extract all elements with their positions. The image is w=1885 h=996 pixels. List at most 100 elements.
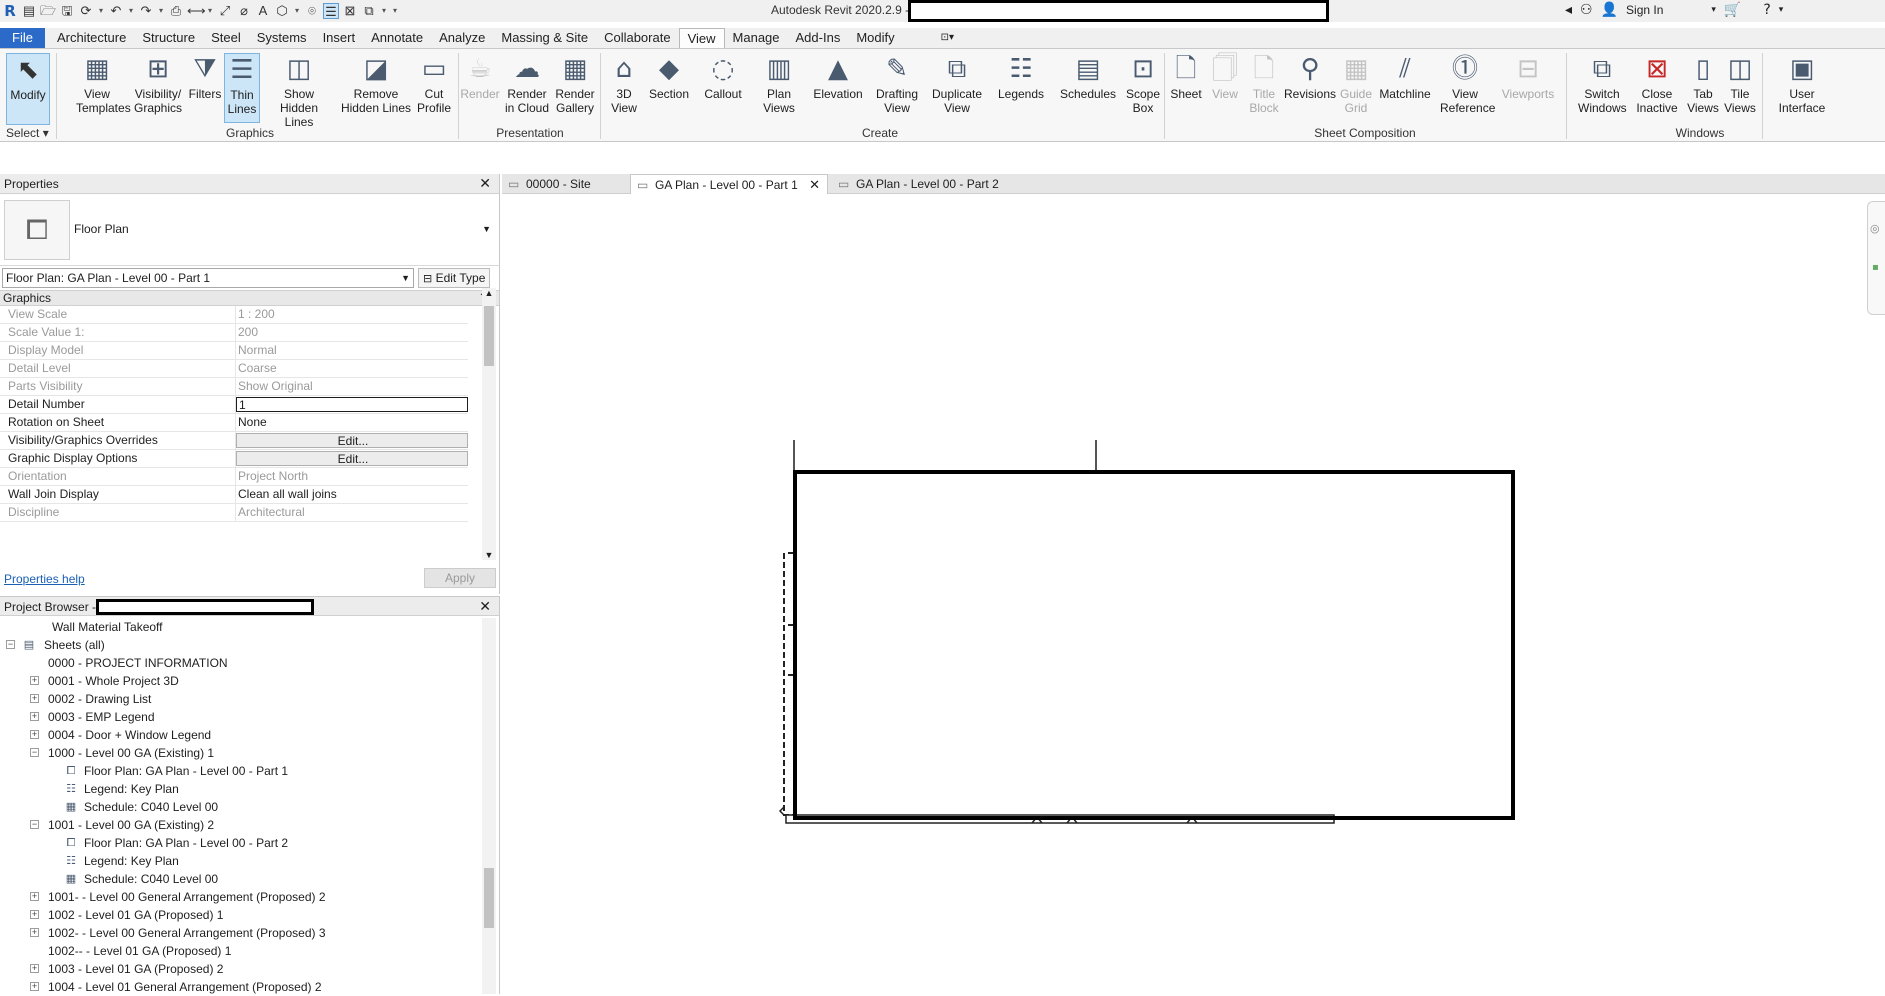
application-menu-icon[interactable]: ▤ [21, 3, 37, 19]
thin-lines-icon[interactable]: ☰ [323, 3, 339, 19]
binoculars-icon[interactable]: ⚇ [1580, 2, 1593, 18]
tab-views-button[interactable]: ▯ Tab Views [1686, 53, 1720, 115]
render-button[interactable]: ☕ Render [460, 53, 500, 101]
steering-wheel-icon[interactable]: ◎ [1870, 222, 1880, 235]
view-button[interactable]: 🗍 View [1208, 53, 1242, 101]
ribbon-minimize-icon[interactable]: ⊡▾ [933, 28, 962, 48]
scroll-thumb[interactable] [484, 868, 494, 928]
tree-item[interactable]: ☷ Legend: Key Plan [0, 852, 480, 870]
section-icon[interactable]: ⌾ [304, 3, 320, 19]
apply-button[interactable]: Apply [424, 568, 496, 588]
save-icon[interactable]: 🖫 [59, 3, 75, 19]
sign-in-link[interactable]: Sign In [1626, 3, 1663, 17]
navigation-bar[interactable]: ◎ ▪ [1867, 201, 1885, 315]
tree-item[interactable]: ☷ Legend: Key Plan [0, 780, 480, 798]
close-hidden-windows-icon[interactable]: ⊠ [342, 3, 358, 19]
sync-icon[interactable]: ⟳ [78, 3, 94, 19]
tab-massing-site[interactable]: Massing & Site [493, 28, 596, 48]
sign-in-dropdown-icon[interactable]: ▾ [1711, 5, 1716, 15]
tile-views-button[interactable]: ◫ Tile Views [1724, 53, 1756, 115]
tab-steel[interactable]: Steel [203, 28, 249, 48]
property-row[interactable]: Rotation on Sheet None [0, 414, 468, 432]
help-dropdown-icon[interactable]: ▾ [1779, 5, 1784, 15]
tab-modify[interactable]: Modify [848, 28, 902, 48]
close-icon[interactable]: ✕ [479, 597, 491, 617]
scroll-down-icon[interactable]: ▼ [482, 550, 496, 560]
tree-item[interactable]: ⧠ Floor Plan: GA Plan - Level 00 - Part 2 [0, 834, 480, 852]
user-icon[interactable]: 👤 [1601, 2, 1618, 18]
scroll-thumb[interactable] [484, 306, 494, 366]
legends-button[interactable]: ☷ Legends [994, 53, 1048, 101]
expand-icon[interactable]: + [30, 712, 39, 721]
sync-dropdown-icon[interactable]: ▾ [97, 3, 105, 19]
tree-item[interactable]: +0003 - EMP Legend [0, 708, 480, 726]
remove-hidden-lines-button[interactable]: ◪ Remove Hidden Lines [340, 53, 412, 115]
tree-item[interactable]: +1001- - Level 00 General Arrangement (P… [0, 888, 480, 906]
tree-item[interactable]: ▦ Schedule: C040 Level 00 [0, 798, 480, 816]
edit-button[interactable]: Edit... [236, 451, 468, 466]
thin-lines-button[interactable]: ☰ Thin Lines [224, 53, 260, 123]
property-input[interactable]: 1 [236, 397, 468, 412]
property-row[interactable]: Wall Join Display Clean all wall joins [0, 486, 468, 504]
tab-insert[interactable]: Insert [315, 28, 364, 48]
tab-collaborate[interactable]: Collaborate [596, 28, 679, 48]
tree-item[interactable]: 1002-- - Level 01 GA (Proposed) 1 [0, 942, 480, 960]
browser-scrollbar[interactable] [482, 618, 496, 994]
user-interface-button[interactable]: ▣ User Interface [1772, 53, 1832, 115]
scope-box-button[interactable]: ⊡ Scope Box [1124, 53, 1162, 115]
cart-icon[interactable]: 🛒 [1724, 2, 1741, 18]
tab-file[interactable]: File [0, 28, 45, 48]
collapse-icon[interactable]: − [30, 820, 39, 829]
close-icon[interactable]: ✕ [809, 178, 820, 193]
property-value[interactable]: Clean all wall joins [236, 486, 468, 503]
show-hidden-lines-button[interactable]: ◫ Show Hidden Lines [264, 53, 334, 129]
tree-item[interactable]: −1001 - Level 00 GA (Existing) 2 [0, 816, 480, 834]
matchline-button[interactable]: ⫽ Matchline [1376, 53, 1434, 101]
elevation-button[interactable]: ▲ Elevation [810, 53, 866, 101]
switch-windows-icon[interactable]: ⧉ [361, 3, 377, 19]
customize-qat-icon[interactable]: ▾ [391, 3, 399, 19]
3d-view-button[interactable]: ⌂ 3D View [606, 53, 642, 115]
sheet-button[interactable]: 🗋 Sheet [1168, 53, 1204, 101]
select-panel-title[interactable]: Select ▾ [6, 126, 54, 140]
3d-dropdown-icon[interactable]: ▾ [293, 3, 301, 19]
print-icon[interactable]: ⎙ [168, 3, 184, 19]
switch-dropdown-icon[interactable]: ▾ [380, 3, 388, 19]
close-inactive-button[interactable]: ⊠ Close Inactive [1634, 53, 1680, 115]
chevron-down-icon[interactable]: ▼ [482, 224, 491, 234]
tab-view[interactable]: View [678, 28, 725, 48]
viewports-button[interactable]: ⊟ Viewports [1500, 53, 1556, 101]
scroll-up-icon[interactable]: ▲ [482, 288, 496, 298]
expand-icon[interactable]: + [30, 928, 39, 937]
close-icon[interactable]: ✕ [479, 174, 491, 194]
help-icon[interactable]: ? [1763, 2, 1770, 18]
tab-manage[interactable]: Manage [725, 28, 788, 48]
dimension-icon[interactable]: ⤢ [217, 3, 233, 19]
switch-windows-button[interactable]: ⧉ Switch Windows [1578, 53, 1627, 115]
view-tab-site[interactable]: ▭ 00000 - Site [502, 174, 628, 194]
properties-help-link[interactable]: Properties help [4, 572, 85, 586]
open-icon[interactable]: 🗁 [40, 3, 56, 19]
revisions-button[interactable]: ⚲ Revisions [1284, 53, 1336, 101]
view-templates-button[interactable]: ▦ View Templates [76, 53, 131, 115]
tab-add-ins[interactable]: Add-Ins [788, 28, 849, 48]
tree-item[interactable]: Wall Material Takeoff [0, 618, 480, 636]
tree-item[interactable]: 0000 - PROJECT INFORMATION [0, 654, 480, 672]
redo-dropdown-icon[interactable]: ▾ [157, 3, 165, 19]
expand-icon[interactable]: + [30, 676, 39, 685]
measure-icon[interactable]: ⟷ [187, 3, 206, 19]
render-in-cloud-button[interactable]: ☁ Render in Cloud [504, 53, 550, 115]
property-row[interactable]: Detail Number 1 [0, 396, 468, 414]
undo-icon[interactable]: ↶ [108, 3, 124, 19]
properties-scrollbar[interactable]: ▲ ▼ [482, 288, 496, 560]
tree-item[interactable]: +1002 - Level 01 GA (Proposed) 1 [0, 906, 480, 924]
modify-button[interactable]: ⬉ Modify [6, 53, 50, 125]
cut-profile-button[interactable]: ▭ Cut Profile [414, 53, 454, 115]
tab-structure[interactable]: Structure [134, 28, 203, 48]
schedules-button[interactable]: ▤ Schedules [1058, 53, 1118, 101]
edit-type-button[interactable]: ⊟ Edit Type [418, 268, 491, 288]
tree-item[interactable]: +0001 - Whole Project 3D [0, 672, 480, 690]
drafting-view-button[interactable]: ✎ Drafting View [872, 53, 922, 115]
drawing-canvas[interactable]: ◎ ▪ [502, 195, 1885, 994]
tree-item[interactable]: +1004 - Level 01 General Arrangement (Pr… [0, 978, 480, 996]
